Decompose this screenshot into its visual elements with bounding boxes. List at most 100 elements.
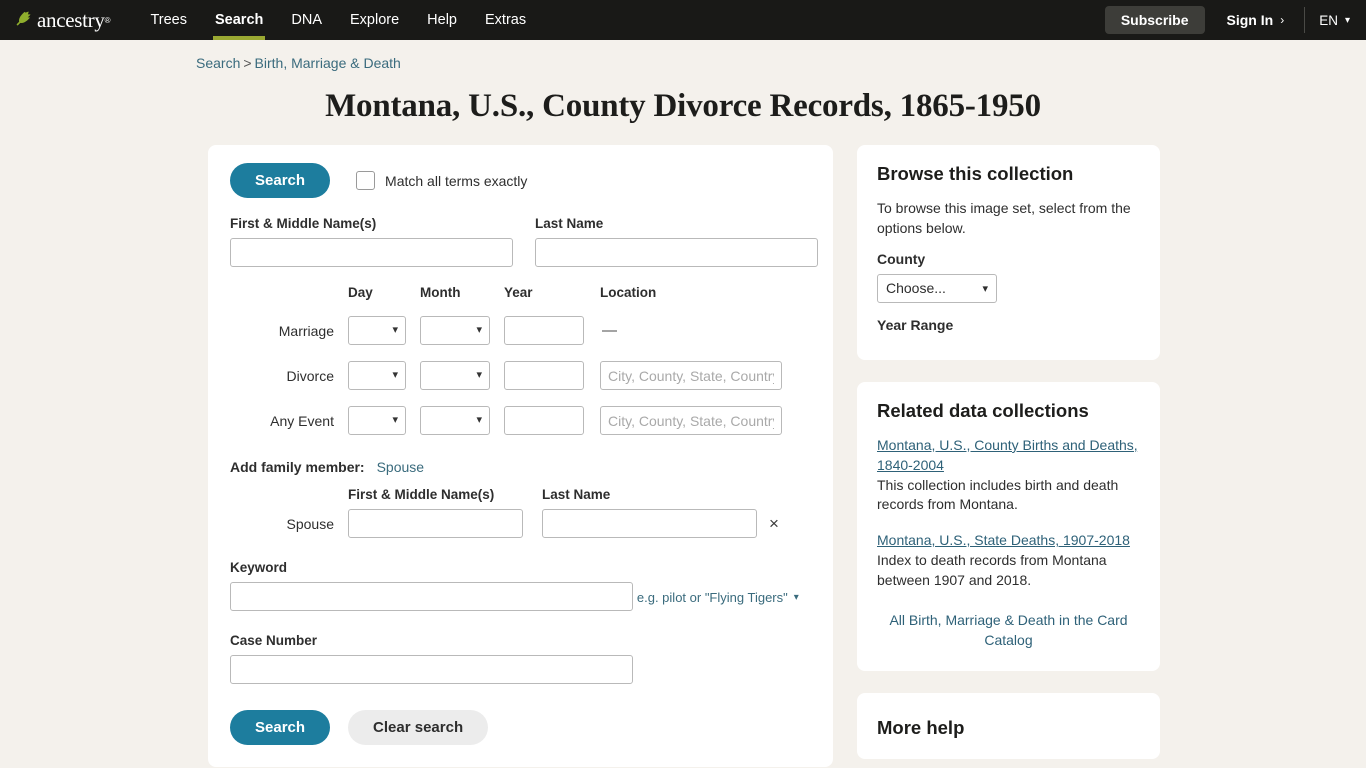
- main-nav-items: Trees Search DNA Explore Help Extras: [136, 0, 540, 40]
- divorce-year-cell: [504, 353, 584, 398]
- add-family-member-row: Add family member: Spouse: [230, 459, 811, 475]
- nav-item-search[interactable]: Search: [201, 0, 277, 40]
- clear-search-button[interactable]: Clear search: [348, 710, 489, 745]
- match-exactly-checkbox[interactable]: [356, 171, 376, 190]
- last-name-label: Last Name: [535, 216, 604, 231]
- last-name-input[interactable]: [535, 238, 818, 267]
- last-name-field-group: Last Name: [535, 216, 818, 267]
- marriage-month-select[interactable]: ▾: [420, 316, 490, 345]
- spouse-last-name-header: Last Name: [542, 487, 611, 502]
- related-collection-item: Montana, U.S., County Births and Deaths,…: [877, 436, 1140, 516]
- chevron-down-icon: ▾: [476, 324, 482, 336]
- chevron-down-icon: ▾: [476, 369, 482, 381]
- first-name-field-group: First & Middle Name(s): [230, 216, 513, 267]
- related-collections-title: Related data collections: [877, 399, 1089, 421]
- spouse-first-name-header: First & Middle Name(s): [348, 487, 495, 502]
- nav-item-extras[interactable]: Extras: [471, 0, 540, 40]
- search-button-bottom[interactable]: Search: [230, 710, 331, 745]
- any-event-year-cell: [504, 398, 584, 443]
- day-column-header: Day: [348, 285, 373, 300]
- nav-item-dna[interactable]: DNA: [277, 0, 336, 40]
- page-layout: Search Match all terms exactly First & M…: [0, 125, 1366, 767]
- keyword-hint-label: e.g. pilot or "Flying Tigers": [636, 589, 788, 605]
- any-event-day-select[interactable]: ▾: [348, 406, 406, 435]
- ancestry-logo[interactable]: ancestry ®: [14, 8, 110, 33]
- related-collection-link-1[interactable]: Montana, U.S., County Births and Deaths,…: [877, 436, 1140, 476]
- spouse-last-name-cell: [542, 509, 757, 538]
- related-collection-link-2[interactable]: Montana, U.S., State Deaths, 1907-2018: [877, 531, 1140, 551]
- any-event-year-input[interactable]: [504, 406, 584, 435]
- county-label: County: [877, 250, 926, 267]
- year-column-header: Year: [504, 285, 533, 300]
- language-selector[interactable]: EN ▾: [1319, 13, 1354, 28]
- chevron-down-icon: ▾: [392, 414, 398, 426]
- marriage-row-label: Marriage: [278, 322, 334, 339]
- marriage-month-cell: ▾: [420, 308, 490, 353]
- spouse-row-label: Spouse: [286, 515, 334, 532]
- search-button-top[interactable]: Search: [230, 163, 331, 198]
- divorce-year-input[interactable]: [504, 361, 584, 390]
- county-select-value: Choose...: [886, 280, 946, 297]
- any-event-location-input[interactable]: [600, 406, 782, 435]
- logo-wordmark: ancestry: [37, 7, 105, 32]
- first-name-label: First & Middle Name(s): [230, 216, 377, 231]
- event-fields-grid: Day Month Year Location Marriage ▾ ▾ — D…: [230, 285, 811, 443]
- add-family-member-label: Add family member:: [230, 459, 365, 475]
- divorce-location-input[interactable]: [600, 361, 782, 390]
- name-fields-row: First & Middle Name(s) Last Name: [230, 216, 818, 267]
- search-form-card: Search Match all terms exactly First & M…: [208, 145, 833, 767]
- any-event-day-cell: ▾: [348, 398, 406, 443]
- divorce-month-cell: ▾: [420, 353, 490, 398]
- match-exactly-toggle[interactable]: Match all terms exactly: [356, 171, 527, 190]
- breadcrumb-search-link[interactable]: Search: [196, 55, 240, 71]
- nav-divider: [1304, 7, 1306, 33]
- spouse-last-name-input[interactable]: [542, 509, 757, 538]
- breadcrumb-current-link[interactable]: Birth, Marriage & Death: [255, 55, 401, 71]
- nav-item-explore[interactable]: Explore: [336, 0, 413, 40]
- first-name-input[interactable]: [230, 238, 513, 267]
- case-number-input[interactable]: [230, 655, 633, 684]
- chevron-down-icon: ▾: [392, 369, 398, 381]
- remove-spouse-icon[interactable]: ×: [757, 514, 779, 533]
- nav-item-help[interactable]: Help: [413, 0, 471, 40]
- language-label: EN: [1319, 12, 1338, 28]
- search-top-row: Search Match all terms exactly: [230, 163, 811, 198]
- marriage-location-cell: —: [600, 314, 782, 347]
- any-event-month-cell: ▾: [420, 398, 490, 443]
- spouse-first-name-input[interactable]: [348, 509, 523, 538]
- divorce-day-select[interactable]: ▾: [348, 361, 406, 390]
- subscribe-button[interactable]: Subscribe: [1104, 6, 1205, 34]
- keyword-label: Keyword: [230, 560, 288, 575]
- keyword-hint-toggle[interactable]: e.g. pilot or "Flying Tigers" ▾: [637, 590, 799, 605]
- marriage-year-input[interactable]: [504, 316, 584, 345]
- any-event-month-select[interactable]: ▾: [420, 406, 490, 435]
- chevron-right-icon: ›: [1280, 13, 1285, 27]
- more-help-card: More help: [857, 692, 1160, 759]
- nav-item-trees[interactable]: Trees: [136, 0, 201, 40]
- sign-in-button[interactable]: Sign In ›: [1227, 12, 1285, 28]
- any-event-location-cell: [600, 398, 782, 443]
- case-number-label: Case Number: [230, 633, 318, 648]
- month-column-header: Month: [420, 285, 461, 300]
- breadcrumb-separator: >: [243, 55, 252, 71]
- marriage-location-dash: —: [602, 322, 617, 339]
- location-column-header: Location: [600, 285, 657, 300]
- marriage-day-select[interactable]: ▾: [348, 316, 406, 345]
- chevron-down-icon: ▾: [392, 324, 398, 336]
- related-collections-card: Related data collections Montana, U.S., …: [857, 381, 1160, 671]
- keyword-block: Keyword e.g. pilot or "Flying Tigers" ▾: [230, 560, 811, 611]
- chevron-down-icon: ▾: [982, 282, 988, 295]
- more-help-title: More help: [877, 716, 965, 738]
- divorce-location-cell: [600, 353, 782, 398]
- match-exactly-label: Match all terms exactly: [385, 172, 528, 189]
- top-navigation-bar: ancestry ® Trees Search DNA Explore Help …: [0, 0, 1366, 40]
- keyword-input[interactable]: [230, 582, 633, 611]
- card-catalog-link[interactable]: All Birth, Marriage & Death in the Card …: [877, 611, 1140, 651]
- county-select[interactable]: Choose... ▾: [877, 273, 997, 303]
- add-spouse-link[interactable]: Spouse: [377, 459, 424, 475]
- marriage-day-cell: ▾: [348, 308, 406, 353]
- browse-collection-title: Browse this collection: [877, 163, 1074, 184]
- divorce-month-select[interactable]: ▾: [420, 361, 490, 390]
- page-title: Montana, U.S., County Divorce Records, 1…: [325, 88, 1041, 124]
- logo-trademark: ®: [104, 15, 111, 25]
